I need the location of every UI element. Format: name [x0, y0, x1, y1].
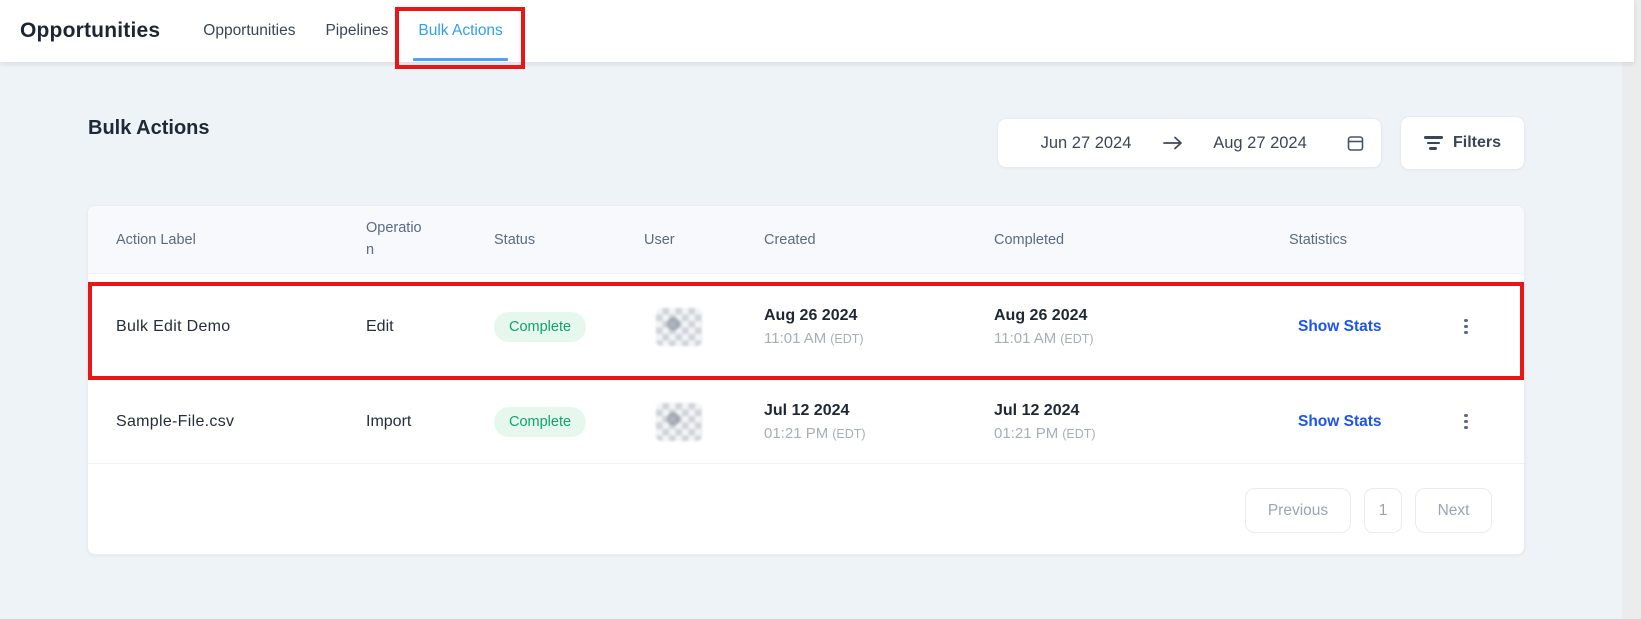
created-time: 01:21 PM	[764, 425, 828, 442]
completed-timezone: (EDT)	[1060, 332, 1093, 346]
completed-date: Jul 12 2024	[994, 402, 1289, 420]
next-page-button[interactable]: Next	[1415, 488, 1492, 533]
date-range-picker[interactable]: Jun 27 2024 Aug 27 2024	[997, 118, 1382, 168]
filter-icon	[1424, 136, 1443, 150]
tab-pipelines-label: Pipelines	[325, 22, 388, 40]
tab-opportunities[interactable]: Opportunities	[188, 0, 310, 62]
table-header-row: Action Label Operation Status User Creat…	[88, 206, 1524, 274]
tab-pipelines[interactable]: Pipelines	[310, 0, 403, 62]
pagination: Previous 1 Next	[88, 464, 1524, 533]
column-header-statistics: Statistics	[1289, 232, 1438, 248]
filters-button-label: Filters	[1453, 134, 1501, 152]
status-badge: Complete	[494, 407, 586, 437]
user-cell	[644, 403, 764, 441]
column-header-action-label: Action Label	[116, 232, 366, 248]
column-header-status: Status	[494, 232, 644, 248]
completed-time: 01:21 PM	[994, 425, 1058, 442]
tab-bulk-actions[interactable]: Bulk Actions	[403, 0, 517, 62]
avatar	[656, 308, 702, 346]
show-stats-link[interactable]: Show Stats	[1298, 413, 1382, 430]
action-label-cell: Bulk Edit Demo	[116, 318, 366, 336]
table-row: Bulk Edit Demo Edit Complete Aug 26 2024…	[88, 274, 1524, 380]
avatar	[656, 403, 702, 441]
tab-opportunities-label: Opportunities	[203, 22, 295, 40]
operation-cell: Import	[366, 413, 494, 431]
date-from-input[interactable]: Jun 27 2024	[1014, 134, 1158, 153]
bulk-actions-table-card: Action Label Operation Status User Creat…	[87, 205, 1525, 555]
arrow-right-icon	[1158, 135, 1188, 151]
created-cell: Jul 12 2024 01:21 PM (EDT)	[764, 402, 994, 442]
created-timezone: (EDT)	[830, 332, 863, 346]
row-menu-kebab-icon[interactable]	[1456, 314, 1476, 340]
completed-cell: Aug 26 2024 11:01 AM (EDT)	[994, 307, 1289, 347]
user-cell	[644, 308, 764, 346]
status-cell: Complete	[494, 312, 644, 342]
app-title: Opportunities	[20, 19, 160, 43]
created-cell: Aug 26 2024 11:01 AM (EDT)	[764, 307, 994, 347]
date-to-input[interactable]: Aug 27 2024	[1188, 134, 1332, 153]
action-label-cell: Sample-File.csv	[116, 413, 366, 431]
statistics-cell: Show Stats	[1289, 318, 1438, 336]
statistics-cell: Show Stats	[1289, 413, 1438, 431]
page-title: Bulk Actions	[88, 117, 210, 140]
filters-button[interactable]: Filters	[1400, 116, 1525, 170]
created-date: Jul 12 2024	[764, 402, 994, 420]
column-header-created: Created	[764, 232, 994, 248]
row-menu-kebab-icon[interactable]	[1456, 409, 1476, 435]
completed-time: 11:01 AM	[994, 330, 1056, 347]
column-header-operation: Operation	[366, 218, 494, 262]
show-stats-link[interactable]: Show Stats	[1298, 318, 1382, 335]
created-time: 11:01 AM	[764, 330, 826, 347]
completed-timezone: (EDT)	[1062, 427, 1095, 441]
previous-page-button[interactable]: Previous	[1245, 488, 1351, 533]
completed-date: Aug 26 2024	[994, 307, 1289, 325]
status-cell: Complete	[494, 407, 644, 437]
table-row: Sample-File.csv Import Complete Jul 12 2…	[88, 380, 1524, 464]
created-timezone: (EDT)	[832, 427, 865, 441]
scrollbar-track[interactable]	[1622, 0, 1641, 619]
page-number-button[interactable]: 1	[1364, 488, 1402, 533]
column-header-completed: Completed	[994, 232, 1289, 248]
tab-bulk-actions-label: Bulk Actions	[418, 22, 502, 40]
operation-cell: Edit	[366, 318, 494, 336]
calendar-icon[interactable]	[1346, 134, 1365, 153]
column-header-user: User	[644, 232, 764, 248]
created-date: Aug 26 2024	[764, 307, 994, 325]
top-navigation-bar: Opportunities Opportunities Pipelines Bu…	[0, 0, 1634, 62]
completed-cell: Jul 12 2024 01:21 PM (EDT)	[994, 402, 1289, 442]
tab-bar: Opportunities Pipelines Bulk Actions	[188, 0, 518, 62]
status-badge: Complete	[494, 312, 586, 342]
